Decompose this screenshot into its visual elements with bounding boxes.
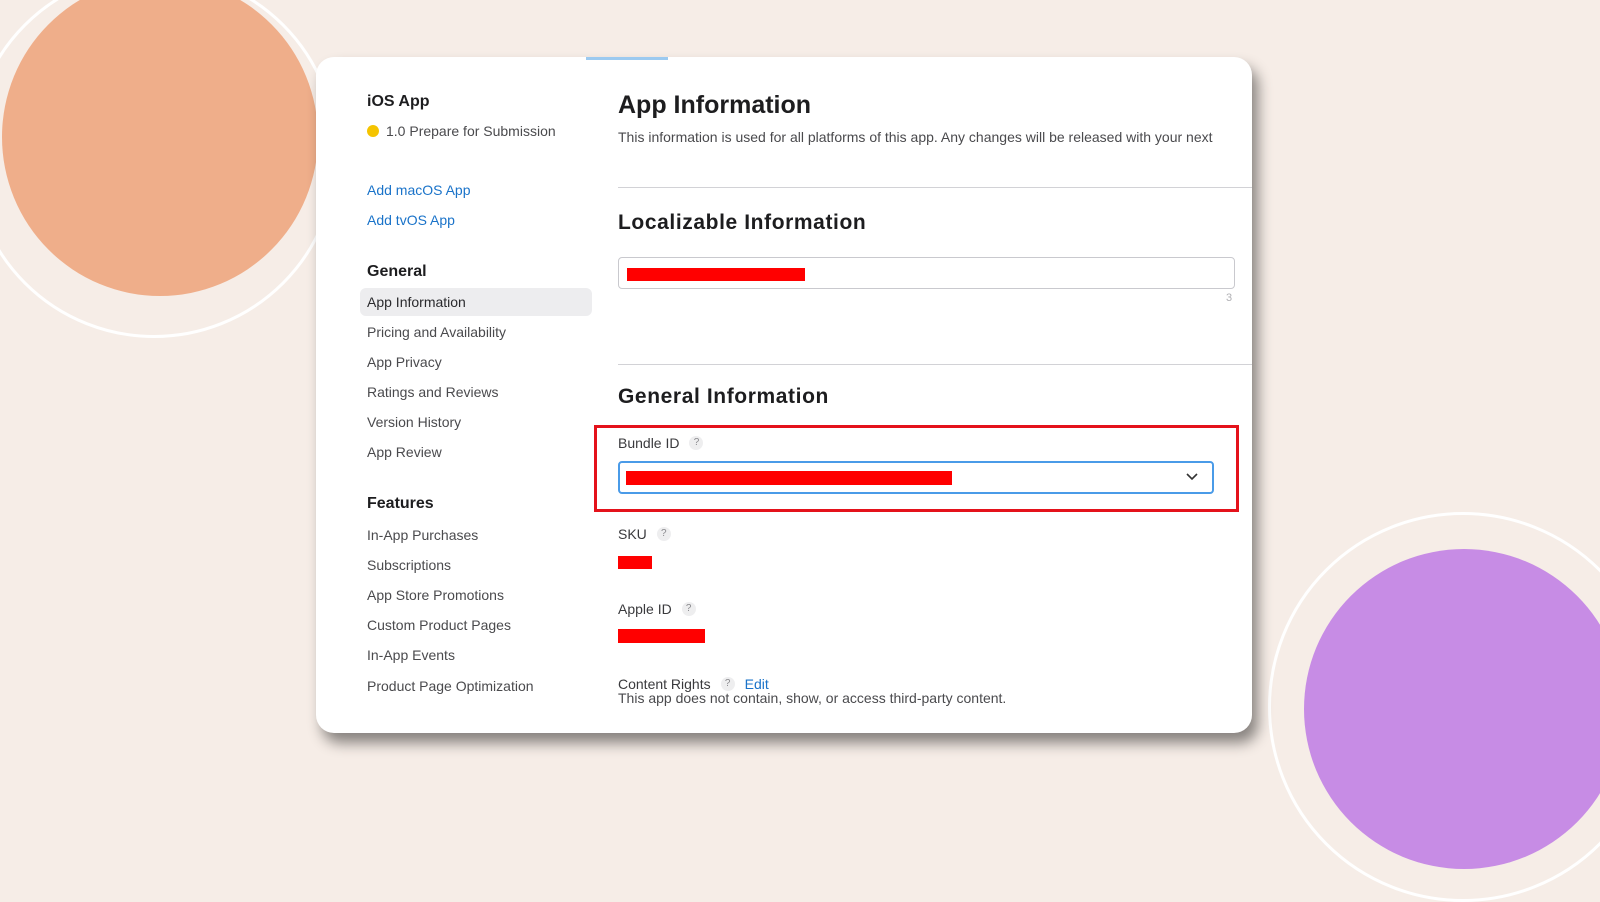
- help-icon[interactable]: ?: [681, 602, 696, 616]
- divider: [618, 187, 1252, 188]
- redacted-value: [626, 471, 952, 485]
- app-store-connect-window: iOS App 1.0 Prepare for Submission Add m…: [316, 57, 1252, 733]
- features-heading: Features: [367, 495, 434, 512]
- sidebar-item-product-page-optimization[interactable]: Product Page Optimization: [360, 672, 592, 700]
- help-icon[interactable]: ?: [720, 677, 735, 691]
- sidebar-item-custom-product-pages[interactable]: Custom Product Pages: [360, 611, 592, 639]
- status-dot-icon: [367, 125, 379, 137]
- sku-label-text: SKU: [618, 526, 647, 542]
- sidebar-item-ratings-reviews[interactable]: Ratings and Reviews: [360, 378, 592, 406]
- version-status[interactable]: 1.0 Prepare for Submission: [367, 123, 556, 139]
- sidebar-item-app-privacy[interactable]: App Privacy: [360, 348, 592, 376]
- main-content: App Information This information is used…: [594, 57, 1252, 733]
- page-title: App Information: [618, 91, 812, 119]
- general-information-heading: General Information: [618, 385, 829, 408]
- help-icon[interactable]: ?: [689, 436, 704, 450]
- redacted-value: [618, 629, 705, 643]
- help-icon[interactable]: ?: [656, 527, 671, 541]
- chevron-down-icon: [1186, 473, 1198, 481]
- sidebar-item-in-app-purchases[interactable]: In-App Purchases: [360, 521, 592, 549]
- divider: [618, 364, 1252, 365]
- sidebar-item-app-information[interactable]: App Information: [360, 288, 592, 316]
- page-description: This information is used for all platfor…: [618, 129, 1213, 145]
- content-rights-description: This app does not contain, show, or acce…: [618, 690, 1007, 706]
- localizable-information-heading: Localizable Information: [618, 211, 867, 234]
- redacted-value: [618, 556, 652, 569]
- sidebar-item-app-store-promotions[interactable]: App Store Promotions: [360, 581, 592, 609]
- bundle-id-label: Bundle ID ?: [618, 435, 704, 451]
- character-count: 3: [1226, 292, 1233, 304]
- sidebar-item-subscriptions[interactable]: Subscriptions: [360, 551, 592, 579]
- sidebar-item-app-review[interactable]: App Review: [360, 438, 592, 466]
- add-tvos-app-link[interactable]: Add tvOS App: [367, 212, 455, 228]
- redacted-value: [627, 268, 805, 281]
- sidebar-item-version-history[interactable]: Version History: [360, 408, 592, 436]
- sku-label: SKU ?: [618, 526, 671, 542]
- bundle-id-label-text: Bundle ID: [618, 435, 680, 451]
- bundle-id-select[interactable]: [618, 461, 1214, 494]
- apple-id-label-text: Apple ID: [618, 601, 672, 617]
- add-macos-app-link[interactable]: Add macOS App: [367, 182, 471, 198]
- sidebar-item-in-app-events[interactable]: In-App Events: [360, 641, 592, 669]
- version-status-label: 1.0 Prepare for Submission: [386, 123, 556, 139]
- sidebar: iOS App 1.0 Prepare for Submission Add m…: [316, 57, 606, 733]
- sidebar-item-pricing-availability[interactable]: Pricing and Availability: [360, 318, 592, 346]
- general-heading: General: [367, 263, 427, 280]
- sidebar-app-title[interactable]: iOS App: [367, 93, 430, 111]
- localized-name-field[interactable]: [618, 257, 1235, 289]
- apple-id-label: Apple ID ?: [618, 601, 696, 617]
